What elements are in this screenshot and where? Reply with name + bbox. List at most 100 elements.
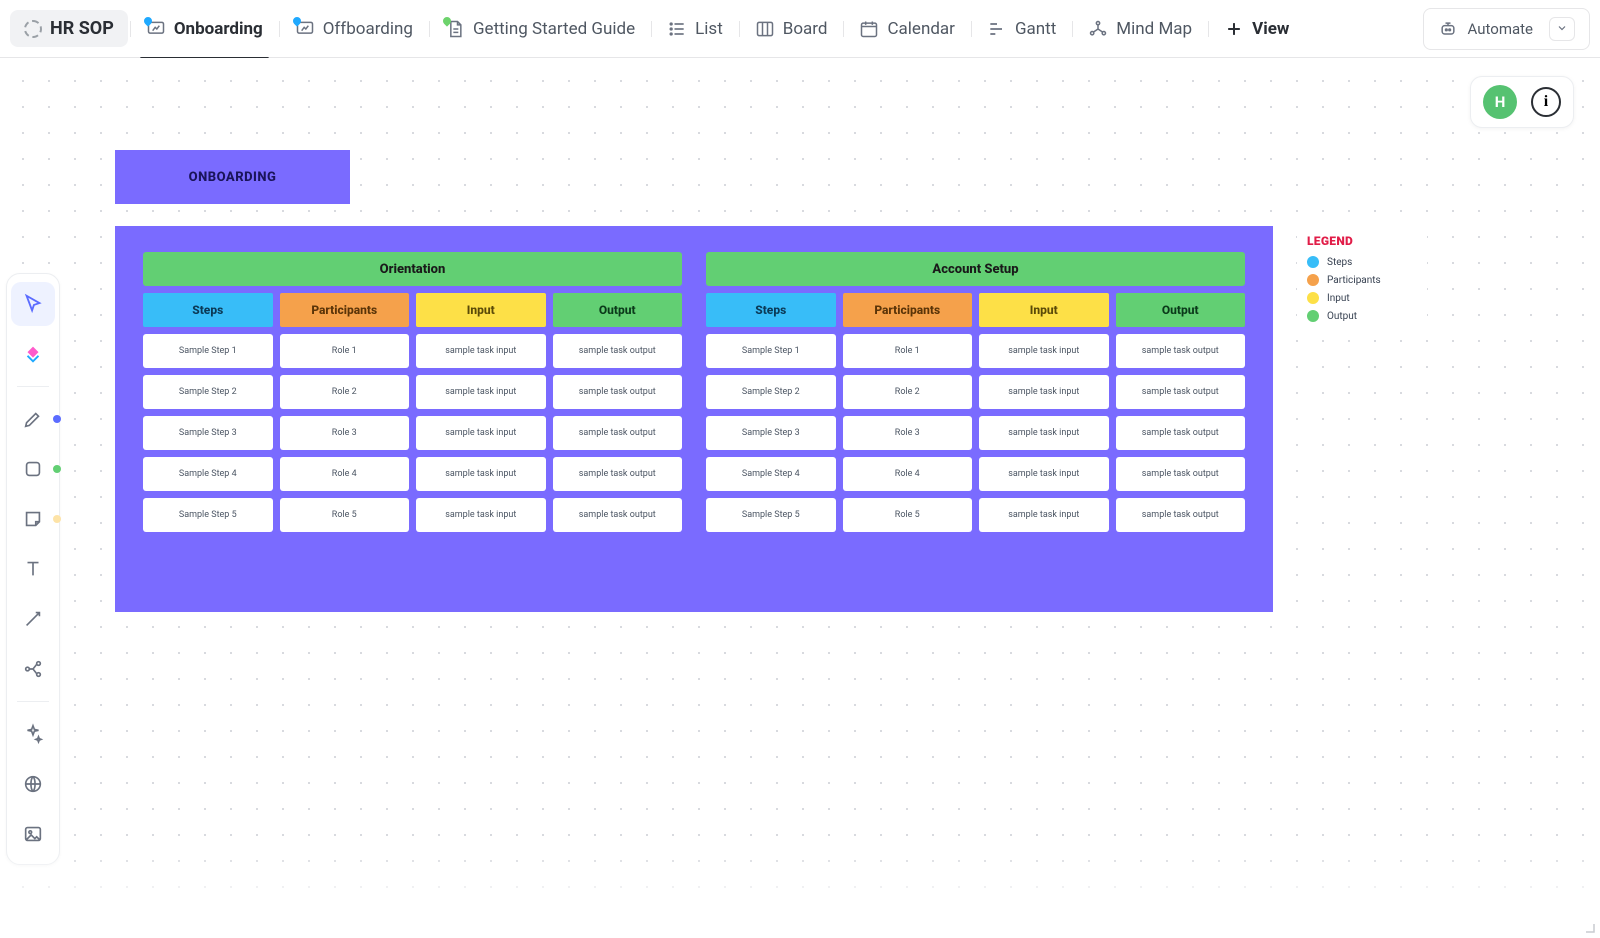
cell[interactable]: Role 4 [843, 457, 973, 491]
cell[interactable]: sample task input [416, 457, 546, 491]
legend-title: LEGEND [1307, 234, 1417, 248]
cell[interactable]: sample task output [1116, 334, 1246, 368]
section-title: Account Setup [706, 252, 1245, 286]
automate-label: Automate [1468, 20, 1533, 38]
cell[interactable]: Sample Step 3 [706, 416, 836, 450]
onboarding-board[interactable]: OrientationStepsParticipantsInputOutputS… [115, 226, 1273, 612]
add-view-button[interactable]: View [1210, 11, 1303, 47]
resize-handle-icon[interactable] [1580, 918, 1596, 934]
select-tool[interactable] [11, 282, 55, 326]
header-input: Input [416, 293, 546, 327]
cell[interactable]: sample task input [416, 334, 546, 368]
table-row[interactable]: Sample Step 1Role 1sample task inputsamp… [706, 334, 1245, 368]
table-row[interactable]: Sample Step 2Role 2sample task inputsamp… [143, 375, 682, 409]
legend-item-input: Input [1307, 292, 1417, 304]
tab-label: Getting Started Guide [473, 19, 635, 39]
table-row[interactable]: Sample Step 4Role 4sample task inputsamp… [143, 457, 682, 491]
cell[interactable]: Role 1 [280, 334, 410, 368]
shape-tool[interactable] [11, 447, 55, 491]
legend-label: Steps [1327, 257, 1352, 268]
cell[interactable]: sample task output [1116, 457, 1246, 491]
pen-tool[interactable] [11, 397, 55, 441]
web-embed-tool[interactable] [11, 762, 55, 806]
cell[interactable]: Role 1 [843, 334, 973, 368]
board-title-card[interactable]: ONBOARDING [115, 150, 350, 204]
cell[interactable]: sample task output [1116, 498, 1246, 532]
board-section[interactable]: Account Setup StepsParticipantsInputOutpu… [706, 252, 1245, 586]
chevron-down-icon[interactable] [1549, 17, 1575, 41]
cell[interactable]: sample task input [979, 334, 1109, 368]
table-row[interactable]: Sample Step 5Role 5sample task inputsamp… [143, 498, 682, 532]
tab-calendar[interactable]: Calendar [845, 11, 968, 47]
table-row[interactable]: Sample Step 3Role 3sample task inputsamp… [706, 416, 1245, 450]
cell[interactable]: Sample Step 4 [143, 457, 273, 491]
table-row[interactable]: Sample Step 5Role 5sample task inputsamp… [706, 498, 1245, 532]
cell[interactable]: Sample Step 1 [706, 334, 836, 368]
cell[interactable]: Role 3 [843, 416, 973, 450]
cell[interactable]: Sample Step 5 [143, 498, 273, 532]
clickup-card-tool[interactable] [11, 332, 55, 376]
cell[interactable]: sample task output [553, 334, 683, 368]
tab-list[interactable]: List [653, 11, 737, 47]
column-headers: StepsParticipantsInputOutput [706, 293, 1245, 327]
legend-item-output: Output [1307, 310, 1417, 322]
cell[interactable]: Sample Step 1 [143, 334, 273, 368]
cell[interactable]: sample task output [553, 416, 683, 450]
cell[interactable]: sample task input [979, 457, 1109, 491]
whiteboard-canvas[interactable]: H i [0, 58, 1600, 938]
cell[interactable]: sample task output [1116, 375, 1246, 409]
table-row[interactable]: Sample Step 2Role 2sample task inputsamp… [706, 375, 1245, 409]
legend-dot-icon [1307, 274, 1319, 286]
table-row[interactable]: Sample Step 3Role 3sample task inputsamp… [143, 416, 682, 450]
cell[interactable]: sample task input [979, 375, 1109, 409]
doc-title-chip[interactable]: HR SOP [10, 10, 128, 47]
cell[interactable]: sample task input [416, 375, 546, 409]
cell[interactable]: Role 2 [843, 375, 973, 409]
cell[interactable]: Sample Step 3 [143, 416, 273, 450]
diagram-tool[interactable] [11, 647, 55, 691]
tab-mind-map[interactable]: Mind Map [1074, 11, 1206, 47]
cell[interactable]: sample task input [416, 416, 546, 450]
tab-board[interactable]: Board [741, 11, 842, 47]
cell[interactable]: sample task input [979, 416, 1109, 450]
tab-gantt[interactable]: Gantt [973, 11, 1070, 47]
cell[interactable]: sample task output [553, 375, 683, 409]
legend-label: Output [1327, 311, 1357, 322]
legend-item-steps: Steps [1307, 256, 1417, 268]
cell[interactable]: sample task output [553, 498, 683, 532]
cell[interactable]: sample task input [416, 498, 546, 532]
canvas-top-right-panel: H i [1470, 76, 1574, 128]
board-title: ONBOARDING [189, 170, 277, 185]
automate-button[interactable]: Automate [1423, 8, 1590, 50]
cell[interactable]: Role 5 [843, 498, 973, 532]
cell[interactable]: Role 4 [280, 457, 410, 491]
cell[interactable]: Role 5 [280, 498, 410, 532]
mindmap-icon [1088, 19, 1108, 39]
sticky-note-tool[interactable] [11, 497, 55, 541]
tab-onboarding[interactable]: Onboarding [132, 11, 277, 47]
cell[interactable]: sample task output [1116, 416, 1246, 450]
board-section[interactable]: OrientationStepsParticipantsInputOutputS… [143, 252, 682, 586]
doc-icon [445, 19, 465, 39]
canvas-fade [0, 848, 1600, 938]
cell[interactable]: Sample Step 2 [706, 375, 836, 409]
cell[interactable]: Sample Step 2 [143, 375, 273, 409]
text-tool[interactable] [11, 547, 55, 591]
cell[interactable]: sample task output [553, 457, 683, 491]
cell[interactable]: Sample Step 5 [706, 498, 836, 532]
cell[interactable]: Role 2 [280, 375, 410, 409]
header-steps: Steps [706, 293, 836, 327]
connector-tool[interactable] [11, 597, 55, 641]
legend-panel[interactable]: LEGEND StepsParticipantsInputOutput [1297, 226, 1427, 340]
tab-getting-started[interactable]: Getting Started Guide [431, 11, 649, 47]
cell[interactable]: Role 3 [280, 416, 410, 450]
user-avatar[interactable]: H [1483, 85, 1517, 119]
table-row[interactable]: Sample Step 4Role 4sample task inputsamp… [706, 457, 1245, 491]
cell[interactable]: sample task input [979, 498, 1109, 532]
tab-offboarding[interactable]: Offboarding [281, 11, 427, 47]
info-button[interactable]: i [1531, 87, 1561, 117]
ai-tool[interactable] [11, 712, 55, 756]
legend-dot-icon [1307, 292, 1319, 304]
cell[interactable]: Sample Step 4 [706, 457, 836, 491]
table-row[interactable]: Sample Step 1Role 1sample task inputsamp… [143, 334, 682, 368]
